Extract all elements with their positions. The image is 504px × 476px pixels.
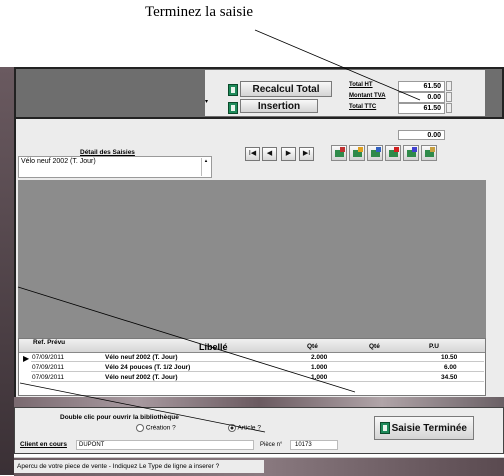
table-row[interactable]: 07/09/2011 Vélo neuf 2002 (T. Jour) 1.00… xyxy=(31,373,484,382)
detail-title: Détail des Saisies xyxy=(80,149,135,156)
nav-next-button[interactable]: ▶ xyxy=(281,147,296,161)
row-date: 07/09/2011 xyxy=(32,374,65,381)
row-pu: 34.50 xyxy=(441,374,458,381)
montant-tva-spinner[interactable] xyxy=(446,92,452,102)
insertion-button[interactable]: Insertion xyxy=(240,99,318,113)
col-qte2: Qté xyxy=(369,343,380,350)
piece-field[interactable]: 10173 xyxy=(290,440,338,450)
row-qty: 2.000 xyxy=(311,354,328,361)
radio-creation-label: Création ? xyxy=(145,424,176,432)
detail-scrollbar[interactable]: ▴ xyxy=(201,158,210,176)
saisie-terminee-icon xyxy=(380,422,390,434)
nav-last-button[interactable]: ▶I xyxy=(299,147,314,161)
radio-article-circle[interactable] xyxy=(228,424,236,432)
annotation-title: Terminez la saisie xyxy=(145,4,254,20)
total-ttc-label: Total TTC xyxy=(349,104,377,110)
radio-article-label: Article ? xyxy=(237,424,261,432)
saisie-terminee-label: Saisie Terminée xyxy=(391,422,467,434)
radio-article[interactable]: Article ? xyxy=(228,424,261,432)
client-label: Client en cours xyxy=(20,441,67,448)
radio-creation-circle[interactable] xyxy=(136,424,144,432)
status-text-box: Apercu de votre piece de vente - Indique… xyxy=(14,460,264,473)
table-header: Ref. Prévu Libellé Qté Qté P.U xyxy=(19,339,485,353)
delete-line-icon[interactable] xyxy=(385,145,401,161)
total-ht-spinner[interactable] xyxy=(446,81,452,91)
recalc-total-button[interactable]: Recalcul Total xyxy=(240,81,332,97)
row-label: Vélo 24 pouces (T. 1/2 Jour) xyxy=(105,364,191,371)
table-row[interactable]: 07/09/2011 Vélo 24 pouces (T. 1/2 Jour) … xyxy=(31,363,484,372)
total-ttc-field[interactable]: 61.50 xyxy=(398,103,445,114)
detail-textbox[interactable]: Vélo neuf 2002 (T. Jour) ▴ xyxy=(18,156,212,178)
row-qty: 1.000 xyxy=(311,364,328,371)
amount-field[interactable]: 0.00 xyxy=(398,130,445,140)
col-pu: P.U xyxy=(429,343,439,350)
current-row-marker: ▶ xyxy=(23,354,30,363)
row-label: Vélo neuf 2002 (T. Jour) xyxy=(105,374,178,381)
total-ht-field[interactable]: 61.50 xyxy=(398,81,445,92)
col-ref: Ref. Prévu xyxy=(33,339,66,346)
piece-label: Pièce n° xyxy=(260,442,283,448)
status-text: Apercu de votre piece de vente - Indique… xyxy=(17,463,220,470)
add-line-icon[interactable] xyxy=(331,145,347,161)
nav-prev-button[interactable]: ◀ xyxy=(262,147,277,161)
row-qty: 1.000 xyxy=(311,374,328,381)
row-date: 07/09/2011 xyxy=(32,364,65,371)
piece-value: 10173 xyxy=(295,442,312,448)
edit-line-icon[interactable] xyxy=(367,145,383,161)
row-pu: 6.00 xyxy=(444,364,457,371)
client-value: DUPONT xyxy=(79,442,105,448)
nav-first-button[interactable]: I◀ xyxy=(245,147,260,161)
background-strip xyxy=(14,397,504,407)
scroll-arrow[interactable]: ▾ xyxy=(205,98,208,105)
row-label: Vélo neuf 2002 (T. Jour) xyxy=(105,354,178,361)
montant-tva-field[interactable]: 0.00 xyxy=(398,92,445,103)
row-date: 07/09/2011 xyxy=(32,354,65,361)
total-ht-label: Total HT xyxy=(349,82,373,88)
library-hint: Double clic pour ouvrir la bibliothèque xyxy=(60,414,179,421)
total-ttc-spinner[interactable] xyxy=(446,103,452,113)
client-field[interactable]: DUPONT xyxy=(76,440,254,450)
montant-tva-label: Montant TVA xyxy=(349,93,386,99)
table-row[interactable]: 07/09/2011 Vélo neuf 2002 (T. Jour) 2.00… xyxy=(31,353,484,362)
radio-creation[interactable]: Création ? xyxy=(136,424,176,432)
window-edge-left xyxy=(0,67,14,475)
lines-grid-area xyxy=(18,180,486,338)
col-qte: Qté xyxy=(307,343,318,350)
insertion-icon xyxy=(228,102,238,114)
recalc-icon xyxy=(228,84,238,96)
filter-line-icon[interactable] xyxy=(403,145,419,161)
clear-line-icon[interactable] xyxy=(421,145,437,161)
row-pu: 10.50 xyxy=(441,354,458,361)
detail-text: Vélo neuf 2002 (T. Jour) xyxy=(21,158,96,165)
insert-line-icon[interactable] xyxy=(349,145,365,161)
col-libelle: Libellé xyxy=(199,342,228,352)
